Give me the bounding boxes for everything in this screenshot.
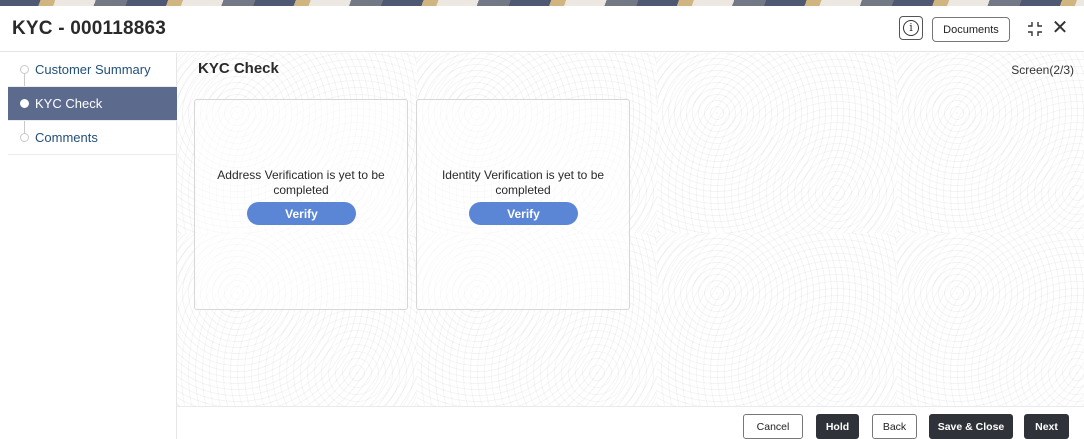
page-title: KYC - 000118863 bbox=[12, 18, 167, 39]
verify-address-button[interactable]: Verify bbox=[247, 202, 356, 225]
collapse-icon[interactable] bbox=[1026, 20, 1044, 38]
identity-verification-card: Identity Verification is yet to be compl… bbox=[416, 99, 630, 310]
hold-button[interactable]: Hold bbox=[816, 414, 859, 439]
screen-indicator: Screen(2/3) bbox=[1011, 63, 1074, 77]
sidebar-item-label: KYC Check bbox=[35, 96, 103, 111]
step-indicator-icon bbox=[20, 133, 29, 142]
back-button[interactable]: Back bbox=[872, 414, 917, 439]
info-button[interactable]: i bbox=[899, 16, 923, 40]
info-icon: i bbox=[903, 20, 919, 36]
verify-identity-button[interactable]: Verify bbox=[469, 202, 578, 225]
save-close-button[interactable]: Save & Close bbox=[929, 414, 1013, 439]
next-button[interactable]: Next bbox=[1024, 414, 1069, 439]
sidebar: Customer Summary KYC Check Comments bbox=[0, 53, 177, 439]
card-message: Address Verification is yet to be comple… bbox=[217, 168, 385, 197]
step-indicator-icon bbox=[20, 65, 29, 74]
sidebar-item-label: Comments bbox=[35, 130, 98, 145]
header-bar: KYC - 000118863 i Documents ✕ bbox=[0, 6, 1084, 52]
cancel-button[interactable]: Cancel bbox=[743, 414, 803, 439]
sidebar-item-comments[interactable]: Comments bbox=[8, 121, 177, 155]
section-title: KYC Check bbox=[198, 60, 279, 77]
step-indicator-icon bbox=[20, 99, 29, 108]
sidebar-item-label: Customer Summary bbox=[35, 62, 151, 77]
documents-button[interactable]: Documents bbox=[932, 17, 1010, 42]
sidebar-item-kyc-check[interactable]: KYC Check bbox=[8, 87, 177, 121]
close-icon[interactable]: ✕ bbox=[1050, 18, 1070, 38]
card-message: Identity Verification is yet to be compl… bbox=[441, 168, 605, 197]
address-verification-card: Address Verification is yet to be comple… bbox=[194, 99, 408, 310]
sidebar-item-customer-summary[interactable]: Customer Summary bbox=[8, 53, 177, 87]
